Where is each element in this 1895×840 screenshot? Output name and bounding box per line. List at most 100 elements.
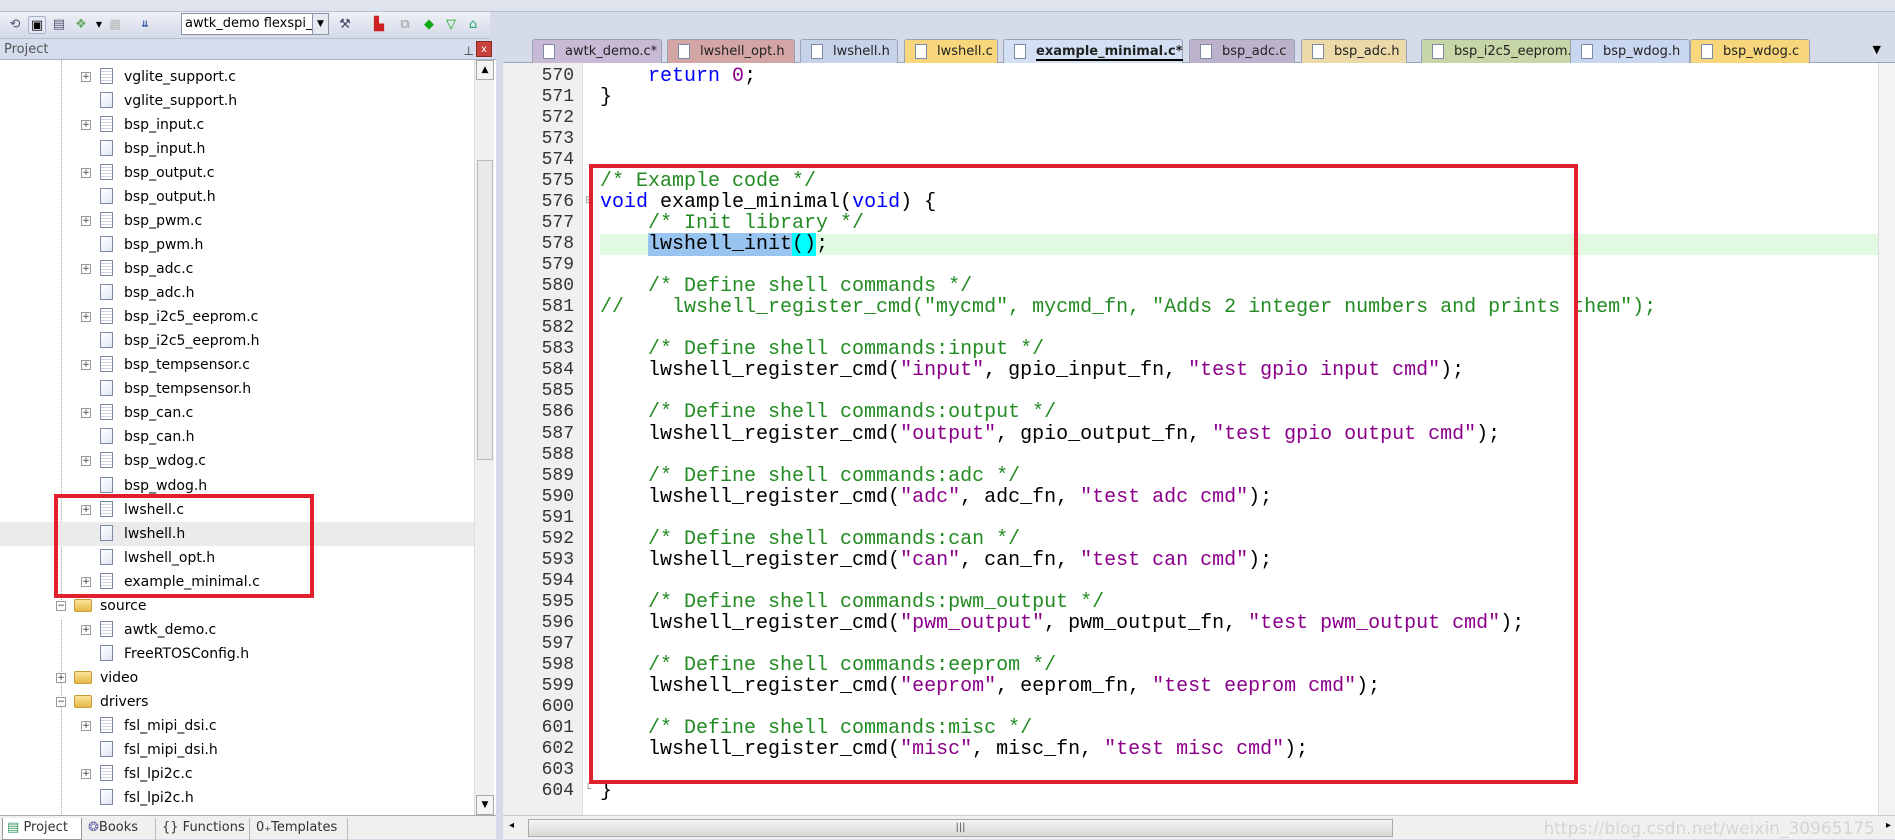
- tree-folder[interactable]: + video: [0, 666, 474, 690]
- close-icon[interactable]: x: [476, 41, 492, 57]
- tab-awtk-demo-c[interactable]: awtk_demo.c*: [532, 39, 662, 64]
- scroll-right-icon[interactable]: ▸: [1886, 820, 1891, 831]
- tab-project[interactable]: ▤ Project: [2, 818, 82, 840]
- tree-item-label: bsp_tempsensor.h: [124, 381, 252, 398]
- tree-file[interactable]: bsp_input.h: [0, 137, 474, 161]
- tree-item-label: bsp_adc.h: [124, 285, 195, 302]
- tree-file[interactable]: + fsl_lpi2c.c: [0, 762, 474, 786]
- tree-file[interactable]: bsp_adc.h: [0, 281, 474, 305]
- manage-components-icon[interactable]: ▙: [370, 16, 388, 34]
- tree-file[interactable]: FreeRTOSConfig.h: [0, 642, 474, 666]
- expand-icon[interactable]: +: [81, 360, 91, 371]
- target-select[interactable]: awtk_demo flexspi_r ▼: [181, 13, 329, 35]
- tab-example-minimal-c[interactable]: example_minimal.c*: [1003, 39, 1183, 64]
- tree-folder[interactable]: − drivers: [0, 690, 474, 714]
- pin-icon[interactable]: ⊥: [464, 41, 474, 62]
- tree-file[interactable]: bsp_can.h: [0, 425, 474, 449]
- file-icon: [100, 212, 113, 229]
- horizontal-scroll-thumb[interactable]: |||: [528, 819, 1393, 837]
- tree-file[interactable]: + bsp_wdog.c: [0, 449, 474, 473]
- expand-icon[interactable]: +: [81, 72, 91, 82]
- code-line[interactable]: }: [600, 87, 612, 108]
- tab-bsp-i2c5-eeprom-c[interactable]: bsp_i2c5_eeprom.c: [1421, 39, 1585, 64]
- expand-icon[interactable]: +: [81, 216, 91, 227]
- scroll-down-icon[interactable]: ▼: [476, 795, 494, 815]
- tab-list-icon[interactable]: ▼: [1873, 43, 1881, 56]
- line-number: 583: [541, 339, 574, 360]
- expand-icon[interactable]: +: [81, 720, 91, 731]
- tab-lwshell-c[interactable]: lwshell.c: [904, 39, 998, 64]
- tab-bsp-adc-h[interactable]: bsp_adc.h: [1301, 39, 1407, 64]
- tab-lwshell-h[interactable]: lwshell.h: [800, 39, 898, 64]
- code-line[interactable]: return 0;: [600, 66, 756, 87]
- tab-bsp-adc-c[interactable]: bsp_adc.c: [1189, 39, 1295, 64]
- panel-title: Project: [4, 42, 49, 57]
- collapse-icon[interactable]: −: [56, 696, 66, 707]
- build-icon[interactable]: ▣: [28, 16, 46, 34]
- tree-file[interactable]: bsp_output.h: [0, 185, 474, 209]
- file-icon: [100, 428, 113, 445]
- tree-file[interactable]: + bsp_output.c: [0, 161, 474, 185]
- tree-file[interactable]: bsp_pwm.h: [0, 233, 474, 257]
- tree-file[interactable]: + awtk_demo.c: [0, 618, 474, 642]
- tree-file[interactable]: + bsp_i2c5_eeprom.c: [0, 305, 474, 329]
- tree-file[interactable]: + bsp_input.c: [0, 113, 474, 137]
- project-panel-header: Project ⊥ x: [0, 39, 496, 60]
- tree-file[interactable]: + bsp_adc.c: [0, 257, 474, 281]
- tab-books[interactable]: ❂Books: [84, 818, 156, 840]
- expand-icon[interactable]: +: [81, 168, 91, 179]
- target-options-icon[interactable]: ⚒: [336, 16, 354, 34]
- tab-templates[interactable]: 0₊Templates: [252, 818, 348, 840]
- rebuild-icon[interactable]: ▤: [50, 16, 68, 34]
- tab-functions[interactable]: {} Functions: [158, 818, 250, 840]
- build-toolbar: ⟲ ▣ ▤ ❖ ▼ ▦ ⇊ awtk_demo flexspi_r ▼ ⚒ ▙ ⧉…: [0, 12, 490, 39]
- tree-file[interactable]: bsp_i2c5_eeprom.h: [0, 329, 474, 353]
- expand-icon[interactable]: +: [81, 624, 91, 635]
- tab-bsp-wdog-h[interactable]: bsp_wdog.h: [1570, 39, 1690, 64]
- expand-icon[interactable]: +: [81, 312, 91, 323]
- fold-end-icon[interactable]: └: [585, 784, 591, 795]
- expand-icon[interactable]: +: [81, 408, 91, 419]
- select-device-icon[interactable]: ◆: [420, 16, 438, 34]
- tree-file[interactable]: + vglite_support.c: [0, 65, 474, 89]
- scroll-up-icon[interactable]: ▲: [476, 60, 494, 80]
- chevron-down-icon[interactable]: ▼: [312, 14, 328, 34]
- code-line[interactable]: }: [600, 781, 612, 802]
- run-icon[interactable]: ⌂: [464, 16, 482, 34]
- load-icon[interactable]: ⇊: [136, 16, 154, 34]
- filter-icon[interactable]: ▽: [442, 16, 460, 34]
- tree-file[interactable]: vglite_support.h: [0, 89, 474, 113]
- line-number: 593: [541, 549, 574, 570]
- tree-scroll-thumb[interactable]: [477, 160, 493, 460]
- expand-icon[interactable]: +: [81, 768, 91, 779]
- editor-tabs: ▼ awtk_demo.c* lwshell_opt.h lwshell.h lwsh…: [503, 39, 1895, 64]
- editor-vertical-scrollbar[interactable]: [1878, 63, 1895, 815]
- tree-file[interactable]: + bsp_tempsensor.c: [0, 353, 474, 377]
- expand-icon[interactable]: +: [81, 264, 91, 275]
- tree-item-label: fsl_lpi2c.c: [124, 765, 193, 782]
- tree-file[interactable]: + bsp_pwm.c: [0, 209, 474, 233]
- expand-icon[interactable]: +: [81, 120, 91, 131]
- tree-file[interactable]: + fsl_mipi_dsi.c: [0, 714, 474, 738]
- tab-lwshell-opt-h[interactable]: lwshell_opt.h: [667, 39, 795, 64]
- expand-icon[interactable]: +: [81, 456, 91, 467]
- tree-file[interactable]: + bsp_can.c: [0, 401, 474, 425]
- packs-icon[interactable]: ⧉: [396, 16, 414, 34]
- tab-label: lwshell_opt.h: [700, 44, 785, 59]
- batch-build-icon[interactable]: ❖: [72, 16, 90, 34]
- translate-icon[interactable]: ⟲: [6, 16, 24, 34]
- tree-file[interactable]: bsp_tempsensor.h: [0, 377, 474, 401]
- splitter[interactable]: [496, 39, 503, 839]
- highlight-box-code: [589, 164, 1578, 784]
- editor-horizontal-scrollbar[interactable]: ◂ ||| https://blog.csdn.net/weixin_30965…: [503, 815, 1895, 839]
- tab-bsp-wdog-c[interactable]: bsp_wdog.c: [1690, 39, 1810, 64]
- tree-file[interactable]: fsl_mipi_dsi.h: [0, 738, 474, 762]
- expand-icon[interactable]: +: [56, 672, 66, 683]
- stop-build-icon[interactable]: ▦: [106, 16, 124, 34]
- collapse-icon[interactable]: −: [56, 600, 66, 611]
- tab-label: Templates: [271, 820, 338, 835]
- file-icon: [1200, 44, 1212, 59]
- tree-file[interactable]: fsl_lpi2c.h: [0, 786, 474, 810]
- scroll-left-icon[interactable]: ◂: [509, 820, 514, 831]
- tree-scrollbar[interactable]: ▲ ▼: [474, 60, 494, 815]
